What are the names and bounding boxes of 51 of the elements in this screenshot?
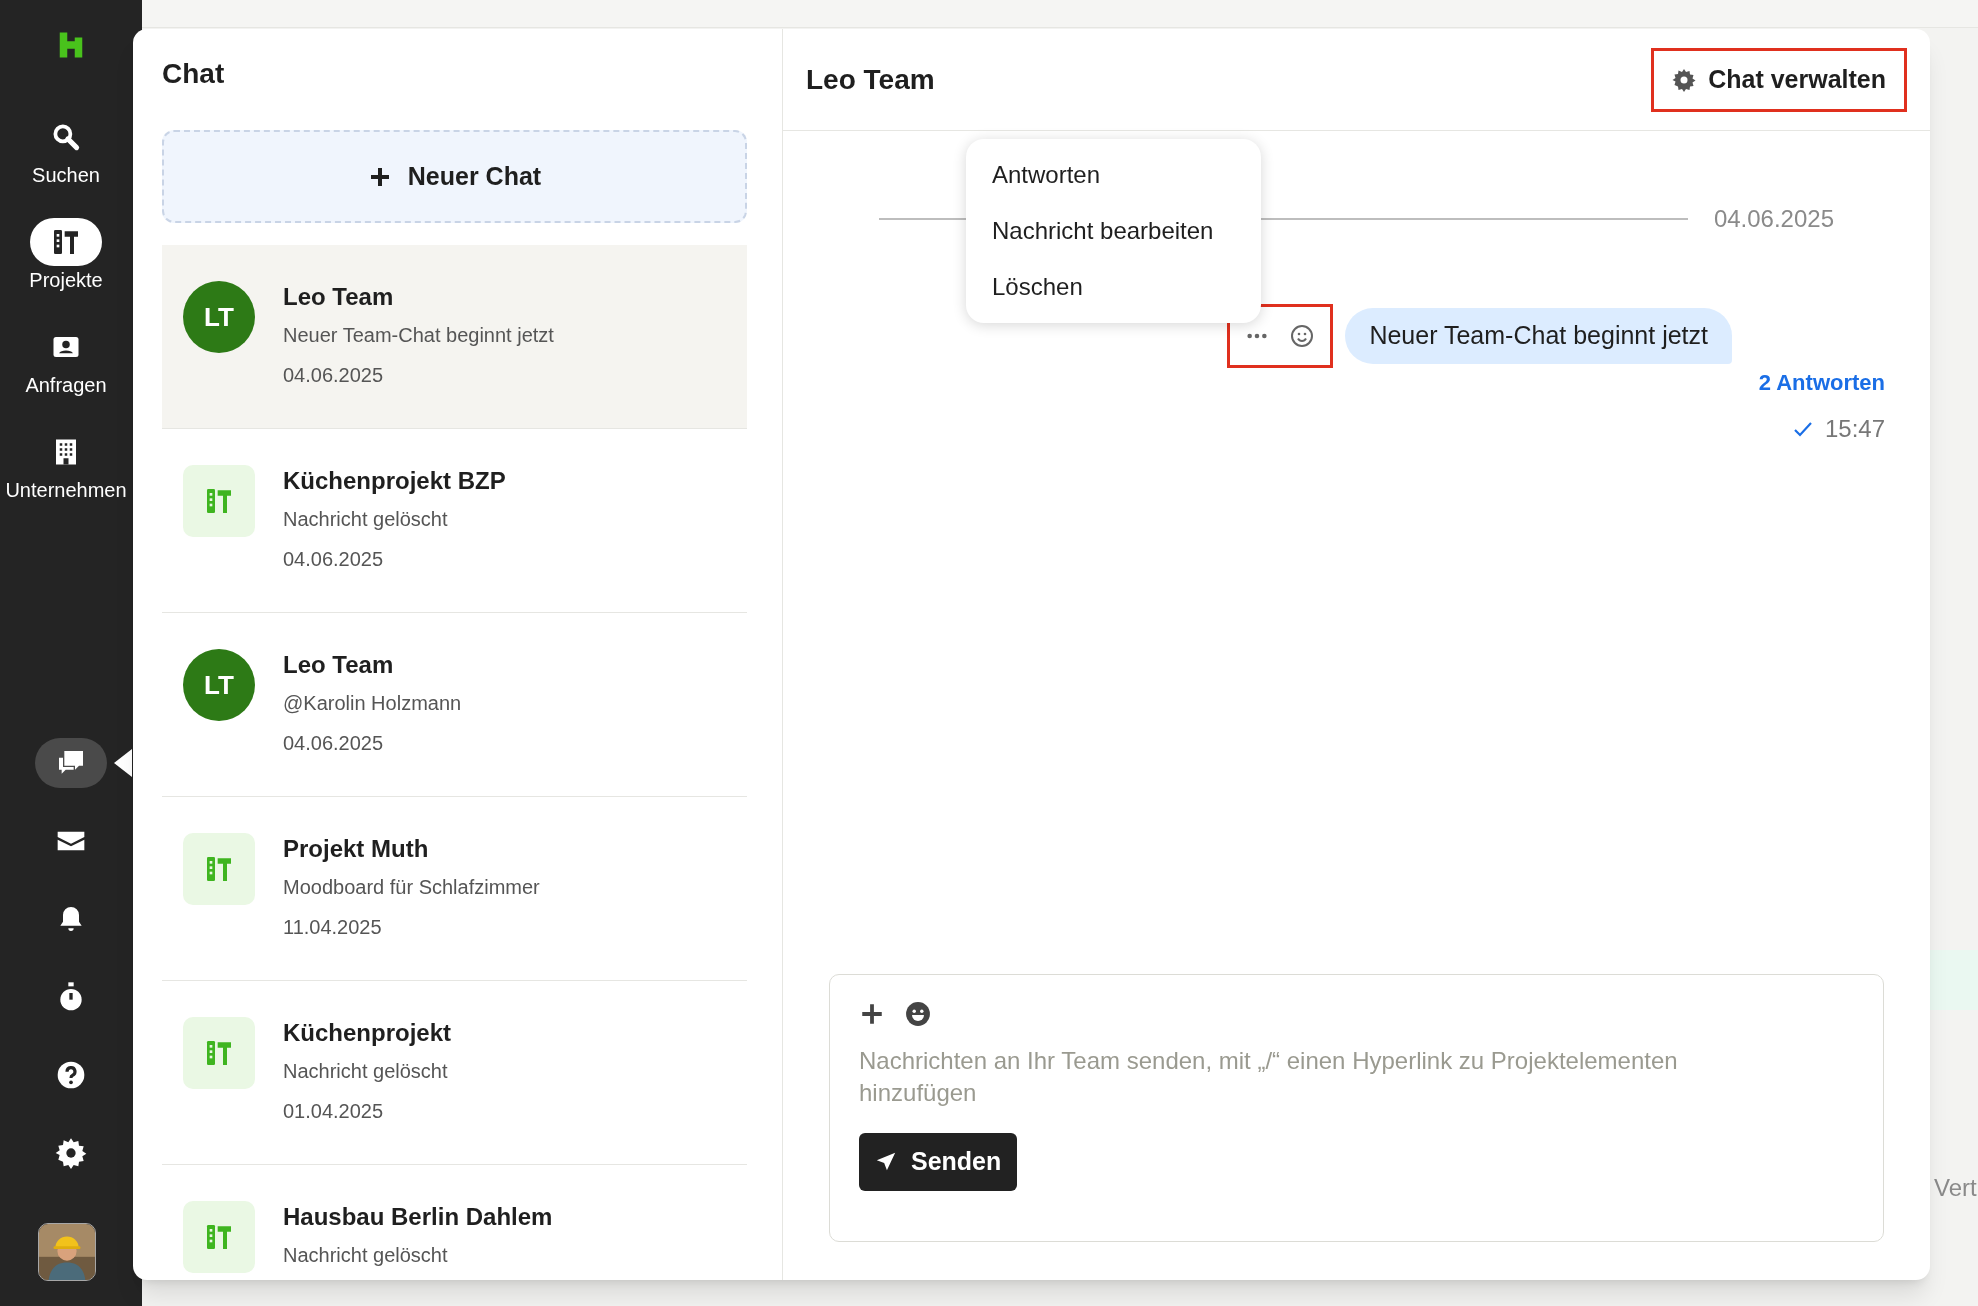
chat-preview: Nachricht gelöscht [283, 507, 449, 532]
chat-preview: Nachricht gelöscht [283, 1059, 449, 1084]
project-avatar [183, 1201, 255, 1273]
avatar: LT [183, 281, 255, 353]
partial-label: Vert [1934, 1173, 1977, 1203]
sidebar-tool-button[interactable] [35, 738, 107, 788]
nav-item[interactable]: Suchen [0, 113, 132, 189]
settings-icon [1672, 67, 1697, 92]
send-button[interactable]: Senden [859, 1133, 1018, 1191]
chat-preview: Moodboard für Schlafzimmer [283, 875, 540, 900]
project-avatar [183, 465, 255, 537]
chat-name: Hausbau Berlin Dahlem [283, 1202, 553, 1232]
chat-preview: Neuer Team-Chat beginnt jetzt [283, 323, 554, 348]
chat-name: Leo Team [283, 282, 395, 312]
chat-name: Projekt Muth [283, 834, 430, 864]
settings-icon [55, 1137, 87, 1169]
chat-name: Küchenprojekt BZP [283, 466, 506, 496]
card-background [1930, 950, 1978, 1010]
chat-name: Leo Team [283, 650, 395, 680]
chat-list-title: Chat [162, 57, 226, 91]
chat-date: 04.06.2025 [283, 731, 385, 756]
nav-item[interactable]: Anfragen [0, 323, 132, 399]
chat-preview: @Karolin Holzmann [283, 691, 462, 716]
project-avatar [183, 1017, 255, 1089]
more-icon[interactable] [1246, 332, 1269, 340]
chat-date: 01.04.2025 [283, 1099, 385, 1124]
chat-date: 04.06.2025 [283, 547, 385, 572]
date-divider-label: 04.06.2025 [1713, 204, 1834, 234]
message-input[interactable]: Nachrichten an Ihr Team senden, mit „/“ einen Hyperlink zu Projektelementen hinzufügen [859, 1045, 1759, 1115]
menu-item[interactable]: Nachricht bearbeiten [966, 203, 1261, 259]
avatar: LT [183, 649, 255, 721]
message-time: 15:47 [1824, 414, 1885, 444]
chat-name: Küchenprojekt [283, 1018, 452, 1048]
nav-item[interactable]: Projekte [0, 218, 132, 294]
conversation-title: Leo Team [806, 62, 935, 97]
nav-item[interactable]: Unternehmen [0, 428, 132, 504]
chat-date: 11.04.2025 [283, 915, 383, 940]
replies-link[interactable]: 2 Antworten [1758, 366, 1885, 399]
menu-item[interactable]: Antworten [966, 147, 1261, 203]
chat-date: 04.06.2025 [283, 363, 385, 388]
message-bubble: Neuer Team-Chat beginnt jetzt [1345, 308, 1732, 364]
menu-item[interactable]: Löschen [966, 259, 1261, 315]
smiley-icon[interactable] [905, 1001, 931, 1027]
project-avatar [183, 833, 255, 905]
question-icon [55, 1059, 87, 1091]
chat-preview: Nachricht gelöscht [283, 1243, 449, 1268]
new-chat-button[interactable]: Neuer Chat [162, 130, 747, 223]
manage-chat-button[interactable]: Chat verwalten [1651, 47, 1907, 112]
chat-list-item[interactable]: LT Leo Team Neuer Team-Chat beginnt jetzt 04.06.2025 [162, 245, 747, 429]
plus-icon[interactable] [859, 1001, 885, 1027]
smiley-icon[interactable] [1290, 324, 1315, 348]
